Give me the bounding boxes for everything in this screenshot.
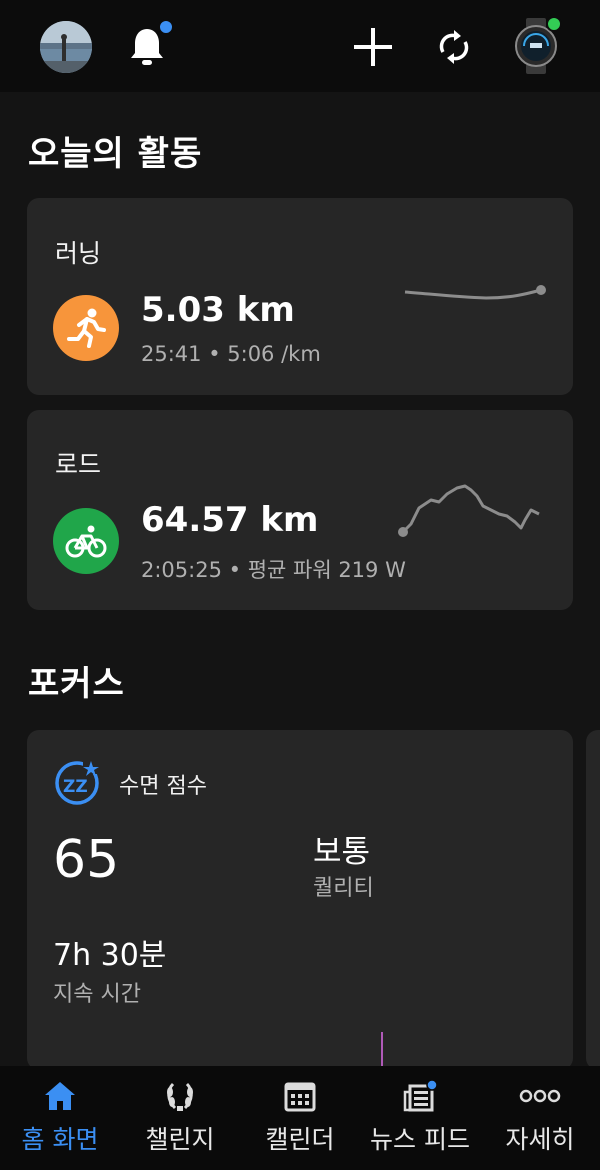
sleep-icon: ZZ	[53, 758, 101, 806]
sync-button[interactable]	[434, 26, 474, 68]
nav-home-label: 홈 화면	[21, 1125, 99, 1154]
nav-newsfeed[interactable]: 뉴스 피드	[360, 1066, 480, 1170]
sleep-quality-value: 보통	[313, 834, 371, 870]
route-elevation-sparkline	[404, 285, 546, 300]
notification-badge	[158, 19, 174, 35]
sleep-score-label: 수면 점수	[119, 774, 207, 799]
home-icon	[45, 1082, 75, 1110]
sync-icon	[439, 30, 469, 64]
activity-name: 러닝	[55, 239, 102, 268]
add-button[interactable]	[352, 26, 394, 68]
nav-more-label: 자세히	[505, 1125, 575, 1154]
next-focus-card[interactable]	[586, 730, 600, 1070]
cycling-icon	[53, 508, 119, 574]
more-icon	[519, 1089, 561, 1103]
avatar[interactable]	[40, 21, 92, 73]
nav-calendar-label: 캘린더	[265, 1125, 335, 1154]
nav-newsfeed-label: 뉴스 피드	[370, 1125, 470, 1154]
sleep-chart-marker	[381, 1032, 383, 1070]
calendar-icon	[284, 1082, 316, 1112]
activity-card-running[interactable]: 러닝 5.03 km 25:41 • 5:06 /km	[27, 198, 573, 395]
notification-button[interactable]	[128, 19, 174, 69]
activity-distance: 5.03 km	[141, 290, 295, 330]
bottom-navigation: 홈 화면 챌린지 캘린더 뉴스 피드 자세히	[0, 1066, 600, 1170]
sleep-quality-label: 퀄리티	[313, 876, 374, 901]
nav-calendar[interactable]: 캘린더	[240, 1066, 360, 1170]
nav-home[interactable]: 홈 화면	[0, 1066, 120, 1170]
laurel-icon	[167, 1082, 193, 1111]
activity-distance: 64.57 km	[141, 500, 319, 540]
nav-challenge[interactable]: 챌린지	[120, 1066, 240, 1170]
top-bar	[0, 0, 600, 92]
sleep-duration-label: 지속 시간	[53, 982, 141, 1007]
sleep-duration-value: 7h 30분	[53, 938, 167, 973]
plus-icon	[354, 28, 392, 66]
device-button[interactable]	[512, 16, 562, 74]
activity-detail: 25:41 • 5:06 /km	[141, 342, 321, 366]
activity-detail: 2:05:25 • 평균 파워 219 W	[141, 558, 406, 582]
today-section-title: 오늘의 활동	[28, 134, 203, 174]
nav-more[interactable]: 자세히	[480, 1066, 600, 1170]
svg-text:ZZ: ZZ	[63, 777, 88, 797]
running-icon	[53, 295, 119, 361]
activity-card-road[interactable]: 로드 64.57 km 2:05:25 • 평균 파워 219 W	[27, 410, 573, 610]
sleep-score-card[interactable]: ZZ 수면 점수 65 보통 퀄리티 7h 30분 지속 시간	[27, 730, 573, 1070]
profile-photo-icon	[40, 21, 92, 73]
activity-name: 로드	[55, 450, 102, 479]
sleep-score-value: 65	[53, 830, 120, 890]
device-connected-badge	[546, 16, 562, 32]
newsfeed-icon	[403, 1080, 438, 1112]
nav-challenge-label: 챌린지	[145, 1125, 215, 1154]
route-elevation-sparkline	[398, 484, 540, 537]
focus-section-title: 포커스	[28, 664, 125, 704]
